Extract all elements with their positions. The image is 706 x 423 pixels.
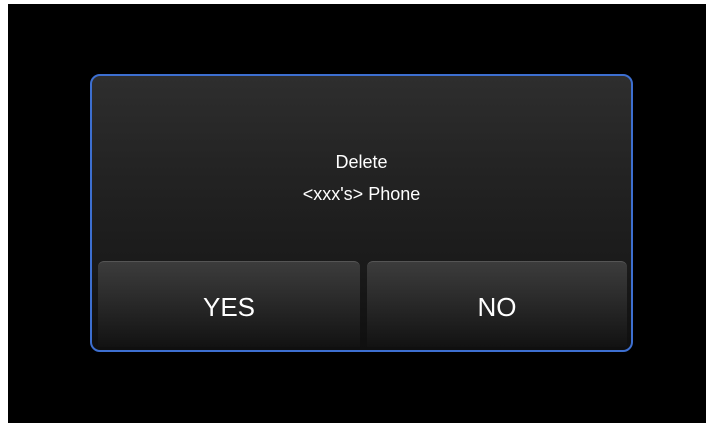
delete-confirm-dialog: Delete <xxx's> Phone YES NO [90,74,633,352]
message-line-action: Delete [335,152,388,172]
dialog-message: Delete <xxx's> Phone [92,146,631,210]
yes-button-label: YES [202,292,256,322]
display-screen: Delete <xxx's> Phone YES NO [8,4,706,423]
no-button-label: NO [477,292,517,322]
message-line-device: <xxx's> Phone [302,184,421,204]
dialog-button-row: YES NO [98,261,627,347]
yes-button[interactable]: YES [98,261,360,347]
no-button[interactable]: NO [367,261,627,347]
